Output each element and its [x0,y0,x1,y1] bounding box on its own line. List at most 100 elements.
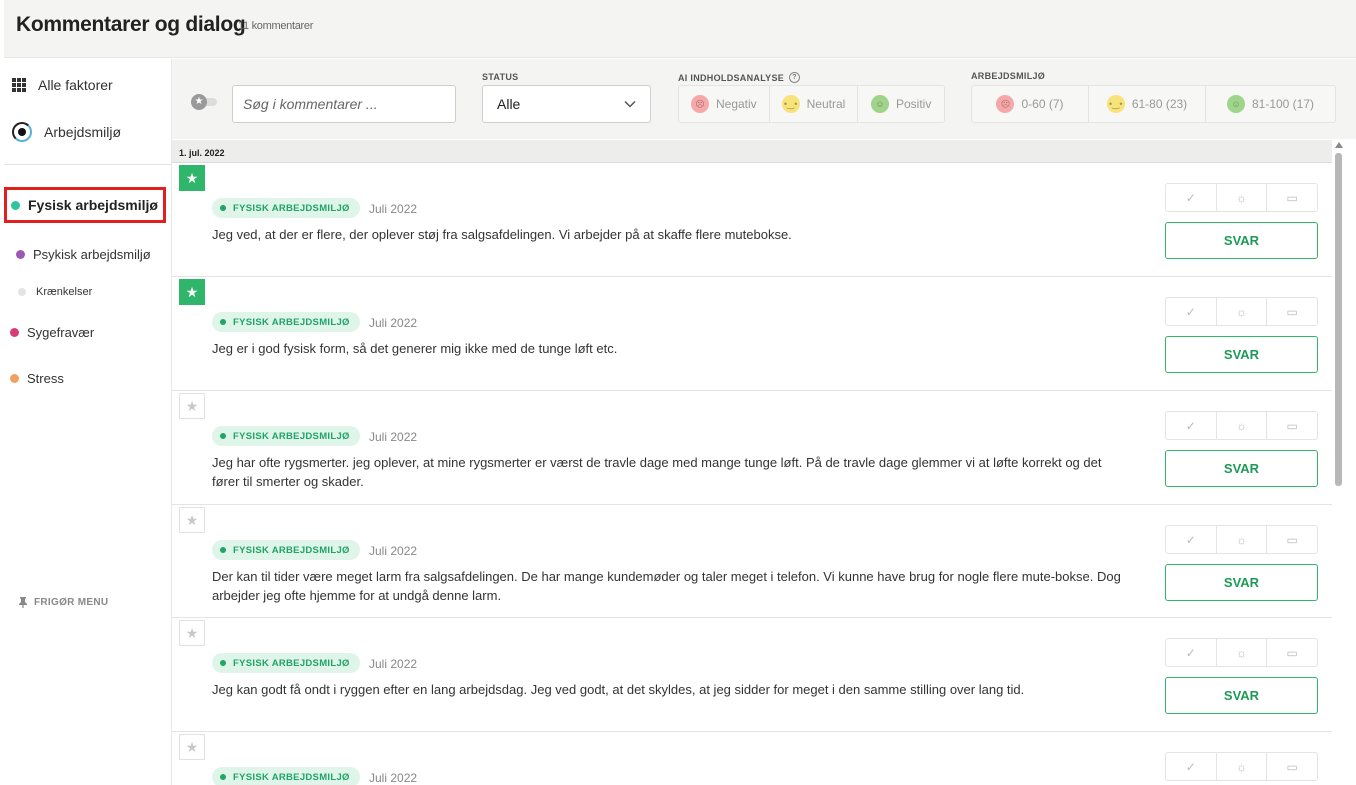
check-icon[interactable]: ✓ [1166,526,1217,553]
page-header: Kommentarer og dialog 11 kommentarer [4,0,1356,58]
reply-button[interactable]: SVAR [1165,450,1318,487]
check-icon[interactable]: ✓ [1166,412,1217,439]
sad-face-icon: ☹ [690,95,709,113]
sidebar-top: Alle faktorer Arbejdsmiljø [4,59,171,165]
reply-button[interactable]: SVAR [1165,222,1318,259]
sidebar-item-label: Sygefravær [27,325,95,340]
scroll-up-arrow-icon[interactable] [1335,142,1343,148]
factor-tag-label: FYSISK ARBEJDSMILJØ [233,544,350,556]
chat-icon[interactable]: ▭ [1267,639,1317,666]
filter-toolbar: ★ STATUS Alle AI INDHOLDSANALYSE ? ☹ Neg… [172,59,1356,139]
star-icon[interactable]: ★ [179,393,205,419]
factor-dot-icon [18,288,26,296]
score-filter-0-60[interactable]: ☹ 0-60 (7) [972,86,1089,122]
comment-card: ★ FYSISK ARBEJDSMILJØ Juli 2022 Jeg kan … [172,618,1332,732]
chat-icon[interactable]: ▭ [1267,184,1317,211]
comment-date: Juli 2022 [369,316,418,330]
scrollbar-thumb[interactable] [1335,153,1342,486]
star-icon: ★ [191,94,207,110]
factor-tag: FYSISK ARBEJDSMILJØ [212,312,360,332]
sidebar-item-all-factors[interactable]: Alle faktorer [12,77,113,93]
comment-date: Juli 2022 [369,202,418,216]
factor-dot-icon [16,250,25,259]
lightbulb-icon[interactable]: ☼ [1217,753,1268,780]
score-filter-label: 81-100 (17) [1251,97,1315,111]
score-filter-61-80[interactable]: •‿• 61-80 (23) [1089,86,1206,122]
lightbulb-icon[interactable]: ☼ [1217,526,1268,553]
happy-face-icon: ☺ [1226,95,1245,113]
comment-date: Juli 2022 [369,430,418,444]
sidebar-item-label: Alle faktorer [38,77,113,93]
ai-filter-neutral[interactable]: •‿• Neutral [770,86,859,122]
sidebar-item-psykisk-arbejdsmiljo[interactable]: Psykisk arbejdsmiljø [16,247,151,262]
comment-text: Jeg er i god fysisk form, så det generer… [212,341,618,356]
sidebar-item-label: Arbejdsmiljø [44,124,122,140]
score-filter-label: 0-60 (7) [1021,97,1064,111]
help-icon[interactable]: ? [789,72,801,83]
score-filter-81-100[interactable]: ☺ 81-100 (17) [1206,86,1335,122]
sidebar-item-kraenkelser[interactable]: Krænkelser [18,286,92,298]
lightbulb-icon[interactable]: ☼ [1217,639,1268,666]
chat-icon[interactable]: ▭ [1267,526,1317,553]
date-group-header: 1. jul. 2022 [172,140,1332,163]
check-icon[interactable]: ✓ [1166,184,1217,211]
reply-button[interactable]: SVAR [1165,336,1318,373]
factor-dot-icon [10,328,19,337]
check-icon[interactable]: ✓ [1166,639,1217,666]
page-title: Kommentarer og dialog [16,13,246,36]
star-icon[interactable]: ★ [179,620,205,646]
comment-text: Jeg kan godt få ondt i ryggen efter en l… [212,682,1025,697]
sidebar-item-label: Krænkelser [36,286,93,298]
star-icon[interactable]: ★ [179,165,205,191]
lightbulb-icon[interactable]: ☼ [1217,184,1268,211]
comment-card: ★ FYSISK ARBEJDSMILJØ Juli 2022 Jeg er i… [172,277,1332,391]
sidebar-item-stress[interactable]: Stress [10,371,64,386]
chat-icon[interactable]: ▭ [1267,753,1317,780]
star-icon[interactable]: ★ [179,507,205,533]
neutral-face-icon: •‿• [1106,95,1125,113]
comment-card: ★ FYSISK ARBEJDSMILJØ Juli 2022 Jeg ved,… [172,163,1332,277]
factor-dot-icon [10,374,19,383]
sidebar-item-label: Fysisk arbejdsmiljø [28,197,158,213]
comment-card: ★ FYSISK ARBEJDSMILJØ Juli 2022 ✓ ☼ ▭ [172,732,1332,785]
comment-date: Juli 2022 [369,771,418,785]
comment-text: Jeg har ofte rygsmerter. jeg oplever, at… [212,455,1102,489]
ai-filter-positiv[interactable]: ☺ Positiv [858,86,944,122]
status-label: STATUS [482,72,519,82]
reply-button[interactable]: SVAR [1165,677,1318,714]
chat-icon[interactable]: ▭ [1267,412,1317,439]
check-icon[interactable]: ✓ [1166,753,1217,780]
lightbulb-icon[interactable]: ☼ [1217,412,1268,439]
sidebar-item-sygefravaer[interactable]: Sygefravær [10,325,94,340]
factor-tag-label: FYSISK ARBEJDSMILJØ [233,316,350,328]
unpin-menu-button[interactable]: FRIGØR MENU [18,597,108,608]
neutral-face-icon: •‿• [781,95,800,113]
ai-analysis-label: AI INDHOLDSANALYSE ? [678,72,801,83]
comment-text: Jeg ved, at der er flere, der oplever st… [212,227,792,242]
factor-tag: FYSISK ARBEJDSMILJØ [212,426,360,446]
category-ring-icon [12,122,32,142]
comment-actions: ✓ ☼ ▭ [1165,525,1318,554]
factor-tag-label: FYSISK ARBEJDSMILJØ [233,771,350,783]
chat-icon[interactable]: ▭ [1267,298,1317,325]
search-input[interactable] [232,85,456,123]
sidebar-item-label: Stress [27,371,64,386]
lightbulb-icon[interactable]: ☼ [1217,298,1268,325]
factor-tag: FYSISK ARBEJDSMILJØ [212,198,360,218]
check-icon[interactable]: ✓ [1166,298,1217,325]
comment-date: Juli 2022 [369,657,418,671]
ai-analysis-label-text: AI INDHOLDSANALYSE [678,72,785,83]
reply-button[interactable]: SVAR [1165,564,1318,601]
ai-filter-negativ[interactable]: ☹ Negativ [679,86,770,122]
factor-tag: FYSISK ARBEJDSMILJØ [212,540,360,560]
ai-filter-label: Positiv [895,97,932,111]
status-select[interactable]: Alle [482,85,651,123]
sidebar-item-fysisk-arbejdsmiljo[interactable]: Fysisk arbejdsmiljø [4,187,166,223]
star-icon[interactable]: ★ [179,279,205,305]
star-icon[interactable]: ★ [179,734,205,760]
comment-actions: ✓ ☼ ▭ [1165,183,1318,212]
sidebar: Alle faktorer Arbejdsmiljø Fysisk arbejd… [4,59,172,785]
sidebar-item-arbejdsmiljo[interactable]: Arbejdsmiljø [12,122,121,142]
sidebar-item-label: Psykisk arbejdsmiljø [33,247,151,262]
starred-filter-toggle[interactable]: ★ [191,94,218,110]
